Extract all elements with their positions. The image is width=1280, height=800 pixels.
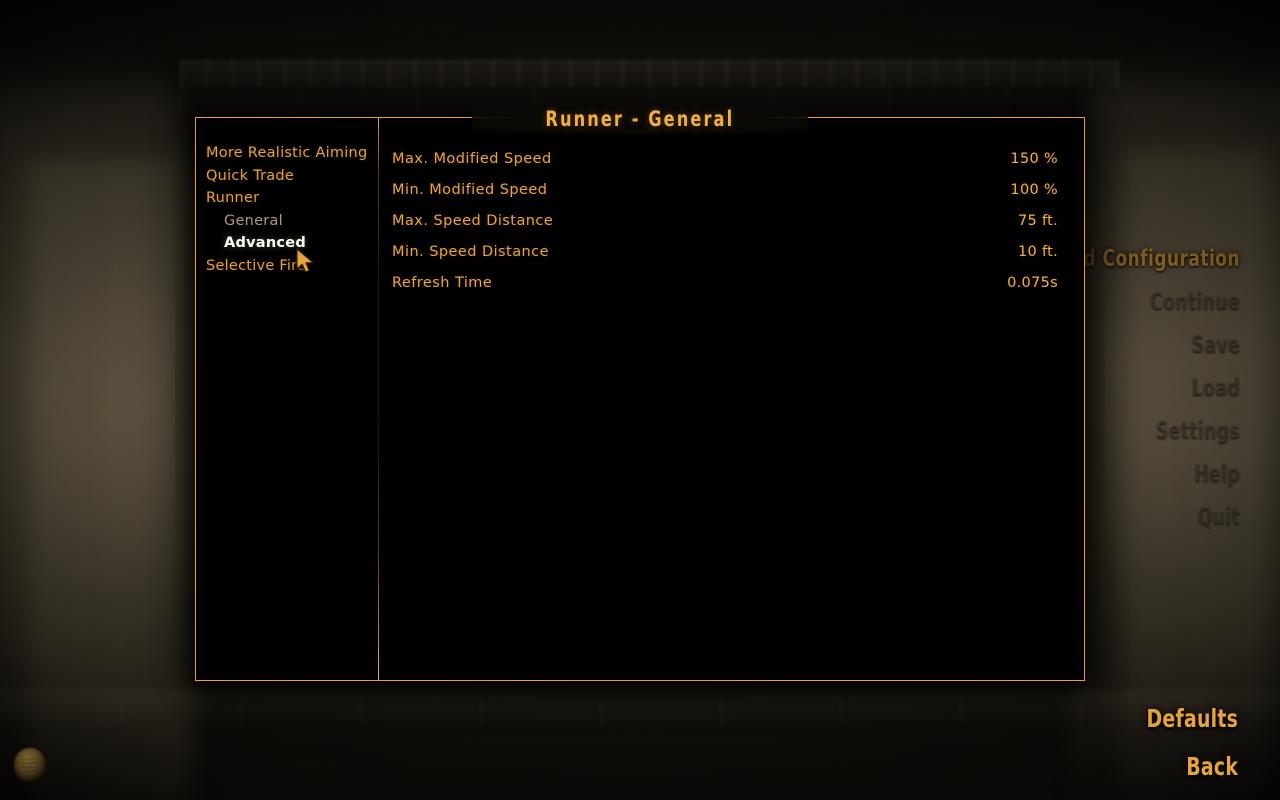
setting-label: Max. Modified Speed bbox=[392, 151, 552, 167]
mask-emblem-icon bbox=[14, 748, 46, 782]
setting-row-min-speed-distance[interactable]: Min. Speed Distance 10 ft. bbox=[392, 244, 1058, 275]
setting-value[interactable]: 75 ft. bbox=[1018, 213, 1058, 229]
setting-value[interactable]: 0.075s bbox=[1007, 275, 1058, 291]
nav-item-selective-fire[interactable]: Selective Fire bbox=[206, 255, 378, 278]
nav-item-runner[interactable]: Runner bbox=[206, 187, 378, 210]
nav-item-more-realistic-aiming[interactable]: More Realistic Aiming bbox=[206, 142, 378, 165]
setting-value[interactable]: 10 ft. bbox=[1018, 244, 1058, 260]
setting-value[interactable]: 100 % bbox=[1010, 182, 1058, 198]
nav-item-quick-trade[interactable]: Quick Trade bbox=[206, 165, 378, 188]
setting-row-refresh-time[interactable]: Refresh Time 0.075s bbox=[392, 275, 1058, 306]
setting-row-max-speed-distance[interactable]: Max. Speed Distance 75 ft. bbox=[392, 213, 1058, 244]
setting-label: Max. Speed Distance bbox=[392, 213, 554, 229]
setting-label: Refresh Time bbox=[392, 275, 493, 291]
settings-content: Max. Modified Speed 150 % Min. Modified … bbox=[379, 118, 1084, 680]
setting-row-min-modified-speed[interactable]: Min. Modified Speed 100 % bbox=[392, 182, 1058, 213]
defaults-button[interactable]: Defaults bbox=[1146, 706, 1238, 731]
back-button[interactable]: Back bbox=[1146, 754, 1238, 779]
nav-item-runner-general[interactable]: General bbox=[206, 210, 378, 233]
background-brick-ticks bbox=[180, 86, 1120, 116]
dialog-corner-actions: Defaults Back bbox=[1129, 706, 1238, 779]
setting-row-max-modified-speed[interactable]: Max. Modified Speed 150 % bbox=[392, 151, 1058, 182]
background-floor-grid bbox=[0, 700, 1280, 726]
setting-label: Min. Modified Speed bbox=[392, 182, 548, 198]
settings-nav: More Realistic Aiming Quick Trade Runner… bbox=[196, 118, 378, 680]
game-settings-screen: nd Configuration Continue Save Load Sett… bbox=[0, 0, 1280, 800]
setting-value[interactable]: 150 % bbox=[1010, 151, 1058, 167]
nav-item-runner-advanced[interactable]: Advanced bbox=[206, 232, 378, 255]
background-brick-band bbox=[180, 60, 1120, 87]
settings-dialog: More Realistic Aiming Quick Trade Runner… bbox=[195, 117, 1085, 681]
setting-label: Min. Speed Distance bbox=[392, 244, 549, 260]
